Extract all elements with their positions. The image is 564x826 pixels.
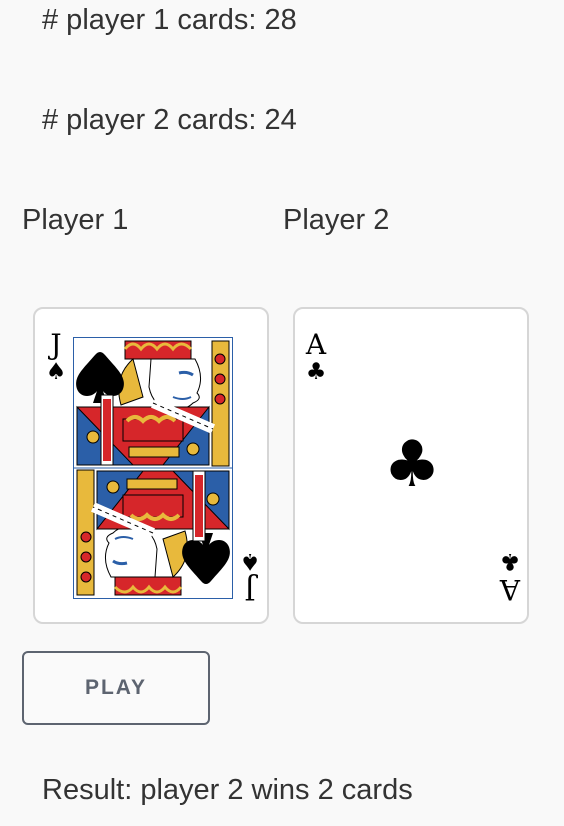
club-icon: ♣: [383, 428, 441, 502]
player-2-card-count: # player 2 cards: 24: [42, 104, 297, 136]
player-1-label: Player 1: [22, 204, 129, 236]
result-text: Result: player 2 wins 2 cards: [42, 774, 413, 806]
player-1-card: J ♠ J ♠: [33, 307, 269, 624]
player-2-card: A ♣ A ♣ ♣: [293, 307, 529, 624]
spade-icon: ♠: [45, 359, 67, 385]
play-button[interactable]: PLAY: [22, 651, 210, 725]
jack-face-illustration: [73, 337, 233, 599]
club-icon: ♣: [499, 548, 521, 574]
card-rank-top: A: [305, 328, 327, 361]
club-icon: ♣: [305, 359, 327, 385]
player-2-label: Player 2: [283, 204, 390, 236]
player-1-card-count: # player 1 cards: 28: [42, 4, 297, 36]
card-rank-bottom: A: [499, 573, 521, 606]
card-rank-bottom: J: [244, 573, 256, 606]
card-rank-top: J: [50, 328, 62, 361]
spade-icon: ♠: [239, 548, 261, 574]
